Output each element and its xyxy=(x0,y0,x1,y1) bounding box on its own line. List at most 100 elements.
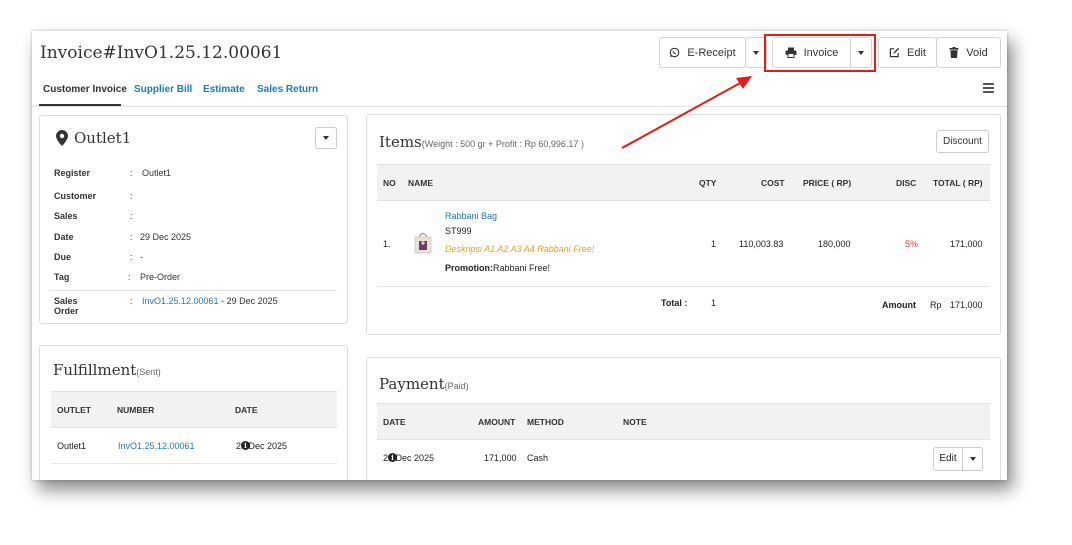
payment-title: Payment(Paid) xyxy=(379,375,469,393)
info-label: Register xyxy=(54,168,91,178)
sales-order-date: - 29 Dec 2025 xyxy=(221,296,278,306)
promotion-label: Promotion: xyxy=(445,263,493,273)
info-value: - xyxy=(140,252,143,262)
outlet-dropdown-button[interactable] xyxy=(315,127,337,149)
info-value: 29 Dec 2025 xyxy=(140,232,192,242)
info-colon: : xyxy=(130,168,133,178)
payment-table-header: DATE AMOUNT METHOD NOTE xyxy=(377,403,990,440)
items-table-header: NO NAME QTY COST PRICE ( RP) DISC TOTAL … xyxy=(377,164,990,201)
total-label: Total : xyxy=(661,298,688,308)
info-label: Sales xyxy=(54,211,78,221)
column-header: AMOUNT xyxy=(478,417,516,427)
column-header: TOTAL ( RP) xyxy=(933,178,983,188)
tab-customer-invoice[interactable]: Customer Invoice xyxy=(43,84,127,95)
column-header: NOTE xyxy=(623,417,647,427)
cell-price: 180,000 xyxy=(818,239,851,249)
payment-status: (Paid) xyxy=(444,381,469,391)
payment-dropdown-button[interactable] xyxy=(963,457,982,461)
edit-icon xyxy=(889,47,900,58)
fulfillment-table-header: OUTLET NUMBER DATE xyxy=(51,391,337,428)
trash-icon xyxy=(949,47,959,58)
fulfillment-number-link[interactable]: InvO1.25.12.00061 xyxy=(118,441,195,451)
cell-qty: 1 xyxy=(711,239,717,249)
chevron-down-icon xyxy=(753,50,759,55)
menu-icon[interactable] xyxy=(983,83,994,95)
total-qty: 1 xyxy=(711,298,717,308)
outlet-card: Outlet1 Register : Outlet1 Customer : Sa… xyxy=(39,115,348,324)
info-colon: : xyxy=(130,211,133,221)
active-tab-indicator xyxy=(39,104,121,106)
void-label: Void xyxy=(966,46,988,59)
amount-value: 171,000 xyxy=(950,300,983,310)
void-button[interactable]: Void xyxy=(936,37,1001,68)
info-colon: : xyxy=(130,232,133,242)
cell-cost: 110,003.83 xyxy=(739,239,784,249)
items-card: Items(Weight : 500 gr + Profit : Rp 60,9… xyxy=(366,114,1001,335)
info-colon: : xyxy=(130,296,133,306)
outlet-name: Outlet1 xyxy=(74,129,132,147)
fulfillment-status: (Sent) xyxy=(136,367,161,377)
info-label: Tag xyxy=(54,272,70,282)
column-header: DATE xyxy=(383,417,406,427)
cell-no: 1. xyxy=(383,239,391,249)
info-value: Pre-Order xyxy=(140,272,181,282)
fulfillment-title: Fulfillment(Sent) xyxy=(53,361,161,379)
product-sku: ST999 xyxy=(445,226,472,236)
column-header: OUTLET xyxy=(57,405,91,415)
page-title: Invoice#InvO1.25.12.00061 xyxy=(40,43,283,63)
cell-outlet: Outlet1 xyxy=(57,441,87,451)
tab-sales-return[interactable]: Sales Return xyxy=(257,84,318,95)
items-total-row: Total : 1 Amount Rp 171,000 xyxy=(377,295,990,315)
fulfillment-title-text: Fulfillment xyxy=(53,361,137,379)
info-value: Outlet1 xyxy=(142,168,172,178)
edit-button[interactable]: Edit xyxy=(878,37,937,68)
cell-total: 171,000 xyxy=(950,239,983,249)
table-row: Outlet1 InvO1.25.12.00061 29 Dec 2025 i xyxy=(51,428,337,464)
info-label: Due xyxy=(54,252,72,262)
items-title-text: Items xyxy=(379,133,422,151)
info-colon: : xyxy=(130,191,133,201)
divider xyxy=(50,290,337,291)
discount-button[interactable]: Discount xyxy=(936,130,989,153)
product-description: Deskripsi A1 A2 A3 A4 Rabbani Free! xyxy=(445,244,595,254)
column-header: NUMBER xyxy=(117,405,155,415)
column-header: NAME xyxy=(408,178,434,188)
info-label: Sales Order xyxy=(54,296,79,316)
whatsapp-icon xyxy=(670,47,680,58)
column-header: DISC xyxy=(896,178,917,188)
sales-order-link[interactable]: InvO1.25.12.00061 xyxy=(142,296,219,306)
tab-estimate[interactable]: Estimate xyxy=(203,84,245,95)
edit-label: Edit xyxy=(907,46,926,59)
info-icon[interactable]: i xyxy=(241,441,250,450)
info-label: Customer xyxy=(54,191,97,201)
tab-bar: Customer Invoice Supplier Bill Estimate … xyxy=(32,74,1007,107)
table-row: 29 Dec 2025 i 171,000 Cash xyxy=(377,440,990,478)
fulfillment-card: Fulfillment(Sent) OUTLET NUMBER DATE Out… xyxy=(39,345,348,480)
ereceipt-button[interactable]: E-Receipt xyxy=(659,37,746,68)
invoice-window: Invoice#InvO1.25.12.00061 E-Receipt Invo… xyxy=(32,31,1007,480)
info-icon[interactable]: i xyxy=(388,453,397,462)
column-header: NO xyxy=(383,178,396,188)
invoice-highlight-box xyxy=(764,34,876,72)
payment-title-text: Payment xyxy=(379,375,445,393)
tab-supplier-bill[interactable]: Supplier Bill xyxy=(134,84,192,95)
cell-disc: 5% xyxy=(905,239,919,249)
product-thumbnail xyxy=(414,233,432,254)
info-colon: : xyxy=(130,252,133,262)
amount-currency: Rp xyxy=(930,300,942,310)
table-row: 1. Rabbani Bag ST999 Deskripsi A1 A2 A3 … xyxy=(377,202,990,287)
ereceipt-label: E-Receipt xyxy=(687,46,736,59)
payment-edit-combo: Edit xyxy=(933,447,983,471)
product-name-link[interactable]: Rabbani Bag xyxy=(445,211,497,221)
column-header: PRICE ( RP) xyxy=(803,178,852,188)
chevron-down-icon xyxy=(323,136,329,140)
payment-edit-button[interactable]: Edit xyxy=(934,448,963,470)
column-header: QTY xyxy=(699,178,717,188)
payment-card: Payment(Paid) DATE AMOUNT METHOD NOTE 29… xyxy=(366,357,1001,480)
items-title: Items(Weight : 500 gr + Profit : Rp 60,9… xyxy=(379,133,584,151)
chevron-down-icon xyxy=(969,457,976,461)
promotion-value: Rabbani Free! xyxy=(493,263,551,273)
column-header: METHOD xyxy=(527,417,564,427)
items-subtitle: (Weight : 500 gr + Profit : Rp 60,996.17… xyxy=(421,139,584,149)
column-header: DATE xyxy=(235,405,258,415)
